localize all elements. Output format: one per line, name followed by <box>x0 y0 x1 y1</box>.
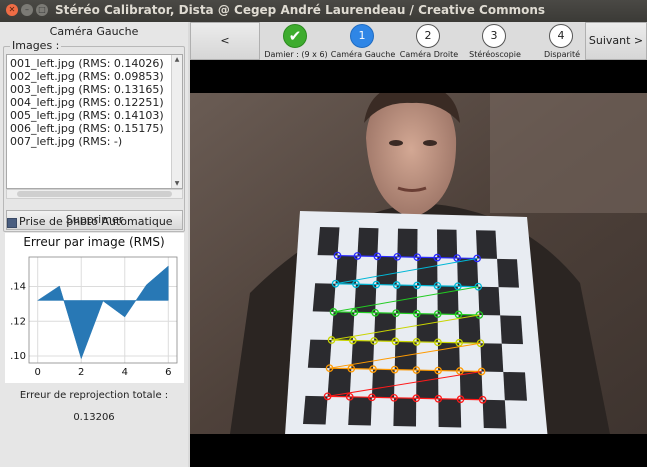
checker-square <box>437 285 459 315</box>
camera-image <box>190 93 647 434</box>
checker-square <box>307 339 332 369</box>
checker-square <box>437 342 460 372</box>
reprojection-label: Erreur de reprojection totale : <box>19 390 169 401</box>
checker-square <box>478 286 501 316</box>
checker-square <box>351 340 375 370</box>
checker-square <box>416 313 438 343</box>
list-item[interactable]: 004_left.jpg (RMS: 0.12251) <box>10 96 164 109</box>
checker-square <box>317 227 340 256</box>
checker-square <box>335 255 358 285</box>
x-tick-label: 0 <box>35 367 41 378</box>
list-horizontal-scrollbar[interactable] <box>6 189 183 199</box>
checker-square <box>303 395 328 425</box>
right-eye <box>423 140 437 146</box>
rms-chart: Erreur par image (RMS) .10 .12 .14 0 2 4 6 <box>5 233 184 383</box>
checker-square <box>459 371 483 400</box>
scroll-down-icon[interactable]: ▼ <box>172 179 182 188</box>
checker-square <box>417 257 438 286</box>
checker-square <box>458 314 481 344</box>
images-list[interactable]: 001_left.jpg (RMS: 0.14026) 002_left.jpg… <box>6 54 183 189</box>
images-legend: Images : <box>10 39 62 52</box>
maximize-window-icon[interactable]: □ <box>36 4 48 16</box>
y-tick-label: .10 <box>10 351 26 362</box>
previous-button[interactable]: < Précédent <box>190 22 260 83</box>
window-title: Stéréo Calibrator, Dista @ Cegep André L… <box>55 3 546 17</box>
checker-square <box>331 311 355 341</box>
step-number: 2 <box>416 24 440 48</box>
checker-square <box>327 368 352 397</box>
checker-square <box>348 396 372 426</box>
rms-area <box>36 265 169 360</box>
checker-square <box>503 371 527 401</box>
checker-square <box>374 312 397 342</box>
x-tick-label: 6 <box>165 367 171 378</box>
checker-square <box>437 229 458 259</box>
wall <box>490 93 647 213</box>
checker-square <box>393 397 417 427</box>
rms-chart-svg: Erreur par image (RMS) .10 .12 .14 0 2 4 6 <box>10 235 178 378</box>
y-tick-label: .14 <box>10 282 26 293</box>
scroll-up-icon[interactable]: ▲ <box>172 55 182 64</box>
title-bar: ✕ – □ Stéréo Calibrator, Dista @ Cegep A… <box>0 0 647 22</box>
chart-title: Erreur par image (RMS) <box>23 235 164 249</box>
checker-square <box>457 258 479 287</box>
list-vertical-scrollbar[interactable]: ▲ ▼ <box>171 55 182 188</box>
checker-square <box>480 343 504 372</box>
list-item[interactable]: 003_left.jpg (RMS: 0.13165) <box>10 83 164 96</box>
list-item[interactable]: 006_left.jpg (RMS: 0.15175) <box>10 122 164 135</box>
images-group: Images : 001_left.jpg (RMS: 0.14026) 002… <box>3 39 185 232</box>
x-tick-label: 2 <box>78 367 84 378</box>
checker-square <box>357 227 379 257</box>
list-item[interactable]: 005_left.jpg (RMS: 0.14103) <box>10 109 164 122</box>
left-eye <box>389 140 403 146</box>
calibration-board <box>285 211 548 434</box>
checker-square <box>371 369 395 398</box>
auto-capture-checkbox[interactable] <box>7 218 17 228</box>
checker-square <box>354 284 377 313</box>
camera-feed <box>190 93 647 434</box>
auto-capture-label: Prise de photo Automatique <box>19 215 173 228</box>
step-number: 4 <box>549 24 573 48</box>
next-button[interactable]: Suivant > <box>585 22 647 60</box>
camera-viewer <box>190 60 647 467</box>
minimize-window-icon[interactable]: – <box>21 4 33 16</box>
check-icon: ✔ <box>283 24 307 48</box>
panel-title: Caméra Gauche <box>49 25 139 38</box>
checker-square <box>397 228 418 258</box>
step-number: 1 <box>350 24 374 48</box>
scroll-thumb[interactable] <box>17 191 172 197</box>
checker-square <box>416 370 439 399</box>
close-window-icon[interactable]: ✕ <box>6 4 18 16</box>
list-item[interactable]: 007_left.jpg (RMS: -) <box>10 135 122 148</box>
step-number: 3 <box>482 24 506 48</box>
checker-square <box>476 230 498 259</box>
list-item[interactable]: 002_left.jpg (RMS: 0.09853) <box>10 70 164 83</box>
checker-square <box>438 398 462 428</box>
plot-frame <box>28 256 178 364</box>
reprojection-value: 0.13206 <box>73 412 115 423</box>
wizard-navigation: < Précédent ✔ Damier : (9 x 6) 1 Caméra … <box>190 22 647 83</box>
checker-square <box>376 256 398 285</box>
checker-square <box>500 315 523 345</box>
x-tick-label: 4 <box>122 367 128 378</box>
list-item[interactable]: 001_left.jpg (RMS: 0.14026) <box>10 57 164 70</box>
y-tick-label: .12 <box>10 316 26 327</box>
left-panel: Caméra Gauche Images : 001_left.jpg (RMS… <box>0 22 188 467</box>
checker-square <box>482 399 507 429</box>
checker-square <box>312 283 336 312</box>
checker-square <box>497 258 519 288</box>
